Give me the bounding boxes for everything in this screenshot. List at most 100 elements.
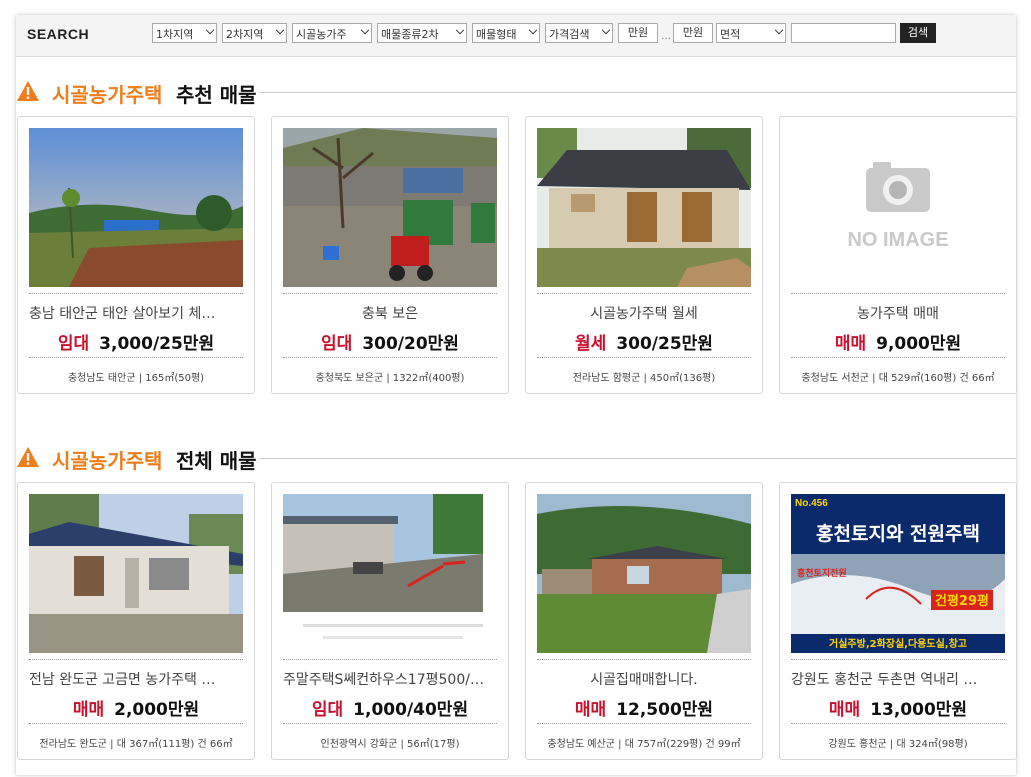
listing-card[interactable]: NO IMAGE 농가주택 매매 매매 9,000만원 충청남도 서천군 | 대 …	[779, 116, 1017, 394]
section-divider	[259, 458, 1016, 459]
recommended-section-title: 시골농가주택 추천 매물	[16, 78, 1016, 107]
listing-card[interactable]: 충남 태안군 태안 살아보기 체… 임대 3,000/25만원 충청남도 태안군 …	[17, 116, 255, 394]
card-divider	[791, 357, 1005, 358]
listing-info: 충청남도 예산군 | 대 757㎡(229평) 건 99㎡	[547, 739, 741, 750]
section-title-category: 시골농가주택	[52, 83, 163, 107]
warning-icon	[17, 81, 39, 101]
section-title-category: 시골농가주택	[52, 449, 163, 473]
poster-headline: 홍천토지와 전원주택	[816, 522, 980, 545]
price-value: 가격검색	[549, 28, 590, 41]
section-title-label: 전체 매물	[176, 449, 257, 473]
hanok-house-photo	[537, 128, 751, 287]
price-value: 1,000/40만원	[353, 700, 469, 720]
form-value: 매물형태	[476, 28, 517, 41]
ad-poster-photo: No.456 홍천토지와 전원주택 홍천토지전원 건평29평 거실주방,2화장실…	[791, 494, 1005, 653]
listing-photo[interactable]	[283, 494, 497, 653]
form-select[interactable]: 매물형태	[472, 23, 540, 43]
listing-card[interactable]: 충북 보은 임대 300/20만원 충청북도 보은군 | 1322㎡(400평)	[271, 116, 509, 394]
keyword-input[interactable]	[791, 23, 896, 43]
region2-value: 2차지역	[226, 28, 264, 41]
price-select[interactable]: 가격검색	[545, 23, 613, 43]
deal-type: 월세	[575, 334, 607, 354]
section-divider	[259, 92, 1016, 93]
card-divider	[283, 659, 497, 660]
listing-price: 매매 9,000만원	[780, 329, 1016, 354]
type2-select[interactable]: 매물종류2차	[377, 23, 467, 43]
card-divider	[29, 357, 243, 358]
listing-card[interactable]: 전남 완도군 고금면 농가주택 … 매매 2,000만원 전라남도 완도군 | 대…	[17, 482, 255, 760]
listing-title[interactable]: 시골농가주택 월세	[537, 303, 751, 323]
price-max-input[interactable]: 만원	[673, 23, 713, 43]
price-value: 300/25만원	[616, 334, 713, 354]
region2-select[interactable]: 2차지역	[222, 23, 287, 43]
listing-card[interactable]: No.456 홍천토지와 전원주택 홍천토지전원 건평29평 거실주방,2화장실…	[779, 482, 1017, 760]
deal-type: 매매	[828, 700, 861, 720]
listing-photo[interactable]	[537, 494, 751, 653]
category-select[interactable]: 시골농가주	[292, 23, 372, 43]
no-image-text: NO IMAGE	[847, 229, 948, 251]
listing-card[interactable]: 시골집매매합니다. 매매 12,500만원 충청남도 예산군 | 대 757㎡(2…	[525, 482, 763, 760]
listing-info: 전라남도 함평군 | 450㎡(136평)	[572, 373, 716, 384]
search-label: SEARCH	[27, 26, 90, 42]
area-select[interactable]: 면적	[716, 23, 786, 43]
price-value: 3,000/25만원	[99, 334, 215, 354]
listing-photo[interactable]	[29, 128, 243, 287]
listing-card[interactable]: 주말주택S쎄컨하우스17평500/… 임대 1,000/40만원 인천광역시 강화…	[271, 482, 509, 760]
countryside-field-photo	[29, 128, 243, 287]
listing-title[interactable]: 농가주택 매매	[791, 303, 1005, 323]
card-divider	[283, 357, 497, 358]
white-house-photo	[29, 494, 243, 653]
poster-badge: 건평29평	[935, 593, 989, 609]
listing-price: 임대 300/20만원	[272, 329, 508, 354]
farmhouse-yard-photo	[283, 128, 497, 287]
card-divider	[29, 659, 243, 660]
warning-icon	[17, 447, 39, 467]
listing-title[interactable]: 충남 태안군 태안 살아보기 체…	[29, 303, 243, 323]
listing-price: 매매 13,000만원	[780, 695, 1016, 720]
listing-info: 충청남도 태안군 | 165㎡(50평)	[67, 373, 205, 384]
card-divider	[283, 723, 497, 724]
listing-price: 월세 300/25만원	[526, 329, 762, 354]
chevron-down-icon	[275, 25, 285, 35]
listing-price: 매매 2,000만원	[18, 695, 254, 720]
listing-price: 임대 3,000/25만원	[18, 329, 254, 354]
page-frame: SEARCH 1차지역 2차지역 시골농가주 매물종류2차 매물형태 가격검색 …	[16, 15, 1017, 775]
listing-info: 강원도 홍천군 | 대 324㎡(98평)	[828, 739, 968, 750]
listing-photo[interactable]	[283, 128, 497, 287]
listing-card[interactable]: 시골농가주택 월세 월세 300/25만원 전라남도 함평군 | 450㎡(136…	[525, 116, 763, 394]
deal-type: 임대	[321, 334, 353, 354]
deal-type: 임대	[311, 700, 344, 720]
card-divider	[791, 723, 1005, 724]
search-button[interactable]: 검색	[900, 23, 936, 43]
chevron-down-icon	[774, 25, 784, 35]
listing-info: 충청북도 보은군 | 1322㎡(400평)	[315, 373, 465, 384]
price-min-input[interactable]: 만원	[618, 23, 658, 43]
card-divider	[791, 659, 1005, 660]
type2-value: 매물종류2차	[381, 28, 439, 41]
listing-title[interactable]: 충북 보은	[283, 303, 497, 323]
listing-photo[interactable]: NO IMAGE	[791, 128, 1005, 287]
poster-number: No.456	[795, 498, 828, 509]
chevron-down-icon	[601, 25, 611, 35]
category-value: 시골농가주	[296, 28, 347, 41]
card-divider	[283, 293, 497, 294]
brick-house-photo	[537, 494, 751, 653]
price-value: 12,500만원	[616, 700, 714, 720]
listing-price: 임대 1,000/40만원	[272, 695, 508, 720]
area-value: 면적	[720, 28, 741, 41]
price-value: 9,000만원	[876, 334, 962, 354]
card-divider	[29, 723, 243, 724]
card-divider	[537, 659, 751, 660]
card-divider	[537, 293, 751, 294]
listing-title[interactable]: 전남 완도군 고금면 농가주택 …	[29, 669, 243, 689]
chevron-down-icon	[528, 25, 538, 35]
listing-photo[interactable]	[29, 494, 243, 653]
listing-title[interactable]: 강원도 홍천군 두촌면 역내리 …	[791, 669, 1005, 689]
listing-title[interactable]: 주말주택S쎄컨하우스17평500/…	[283, 669, 497, 689]
listing-photo[interactable]: No.456 홍천토지와 전원주택 홍천토지전원 건평29평 거실주방,2화장실…	[791, 494, 1005, 653]
listing-photo[interactable]	[537, 128, 751, 287]
range-separator: …	[661, 31, 671, 42]
listing-title[interactable]: 시골집매매합니다.	[537, 669, 751, 689]
region1-select[interactable]: 1차지역	[152, 23, 217, 43]
listing-info: 인천광역시 강화군 | 56㎡(17평)	[320, 739, 460, 750]
